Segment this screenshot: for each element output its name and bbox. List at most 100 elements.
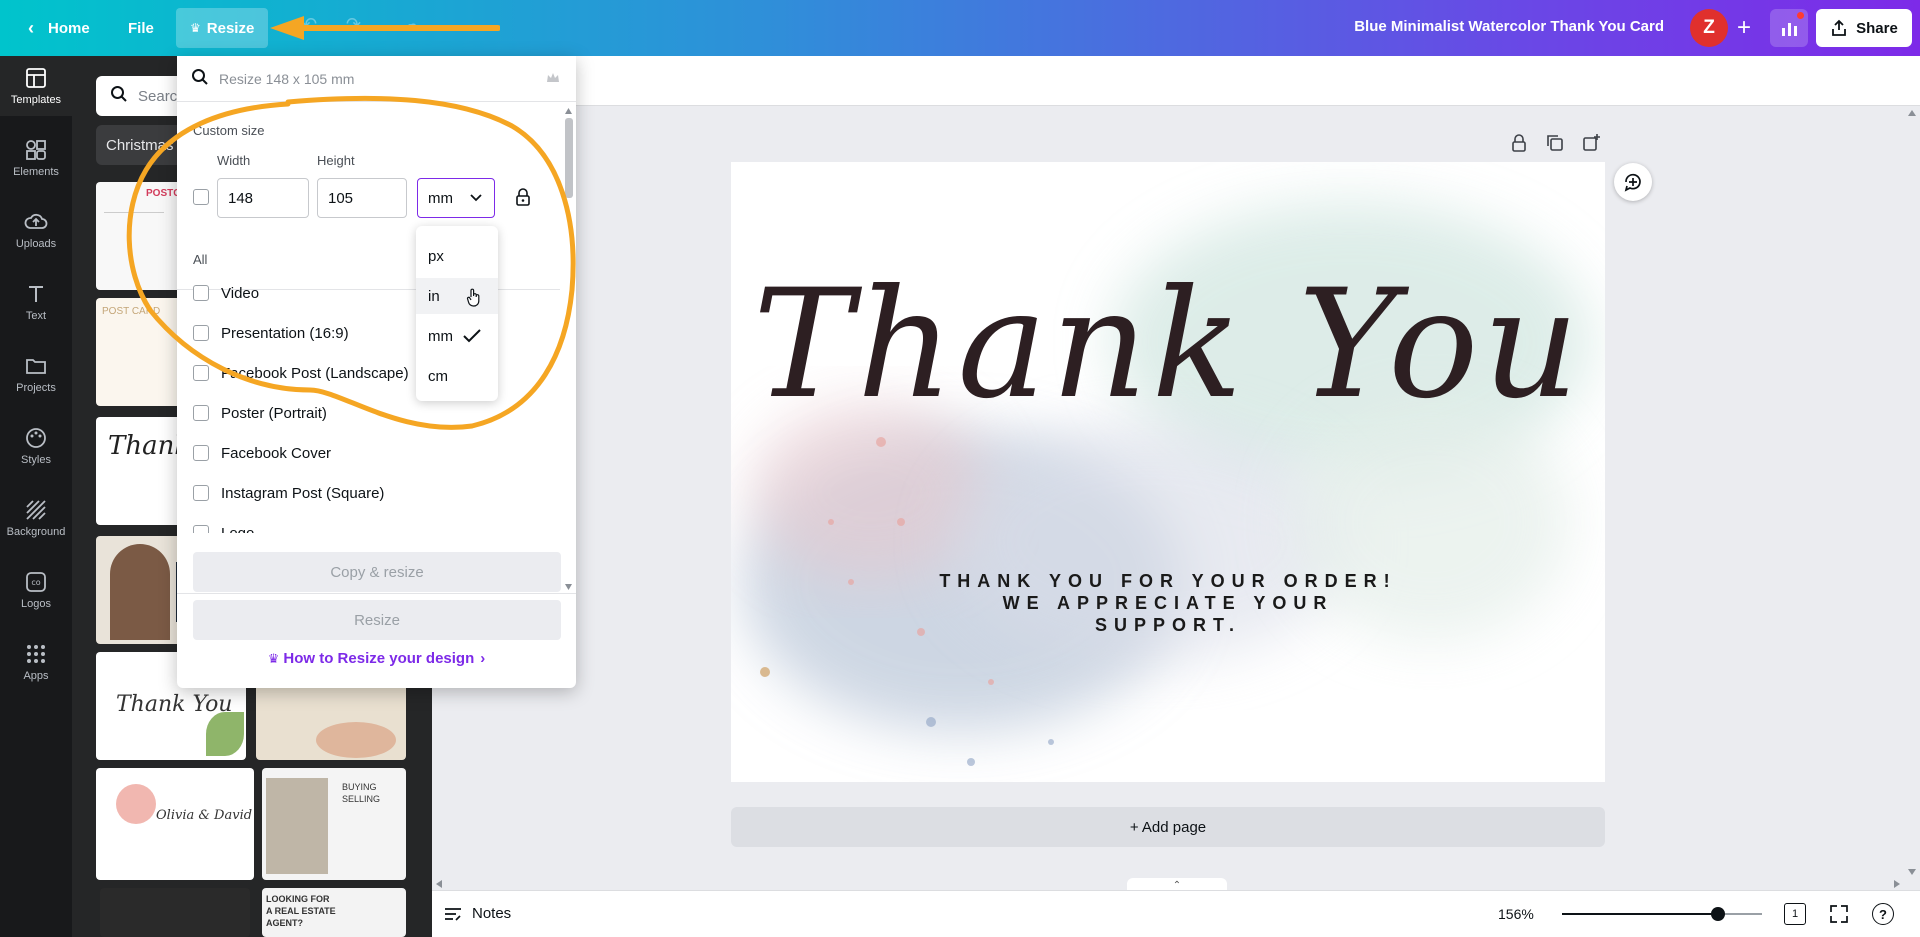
resize-search-input[interactable]: Resize 148 x 105 mm [177,56,576,102]
unit-option-cm[interactable]: cm [416,358,498,394]
rail-item-text[interactable]: Text [0,272,72,332]
option-label: Facebook Post (Landscape) [221,364,409,382]
add-collaborator-button[interactable]: + [1726,10,1762,46]
resize-option[interactable]: Facebook Cover [193,439,331,467]
zoom-slider-fill [1562,913,1718,915]
avatar[interactable]: Z [1690,9,1728,47]
custom-size-checkbox[interactable] [193,189,209,205]
option-checkbox[interactable] [193,365,209,381]
rail-item-templates[interactable]: Templates [0,56,72,116]
search-icon [110,85,128,107]
insights-button[interactable] [1770,9,1808,47]
rail-item-elements[interactable]: Elements [0,128,72,188]
subtitle-line: SUPPORT. [1094,615,1242,635]
home-label: Home [48,19,90,37]
rail-label: Templates [10,94,62,106]
rail-item-background[interactable]: Background [0,488,72,548]
unit-option-mm[interactable]: mm [416,318,498,354]
rail-item-logos[interactable]: co Logos [0,560,72,620]
thank-you-script-text[interactable]: Thank You [731,258,1605,432]
crown-icon [547,73,559,82]
notes-icon [445,907,461,921]
add-page-button[interactable]: + Add page [731,807,1605,847]
folder-icon [26,359,46,374]
background-icon [26,500,46,520]
apps-icon [27,645,45,663]
resize-label: Resize [206,19,255,37]
option-checkbox[interactable] [193,405,209,421]
zoom-percent[interactable]: 156% [1498,906,1534,922]
share-button[interactable]: Share [1816,9,1912,47]
uploads-icon [24,213,48,229]
resize-option[interactable]: Presentation (16:9) [193,319,349,347]
rail-label: Elements [13,166,59,178]
rail-label: Projects [16,382,56,394]
option-checkbox[interactable] [193,285,209,301]
home-button[interactable]: ‹ Home [14,8,104,48]
template-thumbnail[interactable]: BUYING SELLING [262,768,406,880]
notes-button[interactable]: Notes [444,905,511,922]
unit-select[interactable]: mm [417,178,495,218]
rail-item-uploads[interactable]: Uploads [0,200,72,260]
template-thumbnail[interactable] [100,888,250,937]
copy-resize-button[interactable]: Copy & resize [193,552,561,592]
help-button[interactable]: ? [1872,903,1894,925]
zoom-slider[interactable] [1562,907,1762,921]
fullscreen-icon[interactable] [1828,903,1850,925]
design-page[interactable]: Thank You THANK YOU FOR YOUR ORDER! WE A… [731,162,1605,782]
share-label: Share [1856,19,1898,37]
rail-item-styles[interactable]: Styles [0,416,72,476]
unit-option-label: cm [428,367,448,385]
check-icon [463,329,481,343]
lock-ratio-icon[interactable] [514,187,532,207]
how-to-resize-link[interactable]: ♛ How to Resize your design › [177,650,576,667]
rail-label: Logos [21,598,51,610]
magic-refresh-button[interactable] [1614,163,1652,201]
width-field[interactable]: 148 [217,178,309,218]
unit-option-px[interactable]: px [416,238,498,274]
chip-label: Christmas [106,136,174,154]
rail-label: Background [6,526,66,538]
zoom-slider-thumb[interactable] [1711,907,1725,921]
template-thumbnail[interactable]: Olivia & David [96,768,254,880]
bottom-bar: Notes 156% 1 ? [432,890,1920,937]
resize-popover: Resize 148 x 105 mm Custom size Width He… [177,56,576,688]
notification-dot [1797,12,1804,19]
refresh-comment-icon [1624,173,1641,192]
resize-button[interactable]: ♛ Resize [176,8,269,48]
chevron-right-icon: › [480,650,486,667]
palette-icon [26,428,46,448]
search-icon [191,68,209,89]
popover-scrollbar[interactable] [561,104,576,594]
vertical-scrollbar[interactable] [1904,106,1920,879]
rail-item-projects[interactable]: Projects [0,344,72,404]
resize-option[interactable]: Poster (Portrait) [193,399,327,427]
share-icon [1832,19,1847,36]
width-label: Width [217,153,251,168]
unit-option-in[interactable]: in [416,278,498,314]
page-tools [1508,132,1602,154]
file-menu-button[interactable]: File [114,8,168,48]
rail-label: Text [25,310,47,322]
page-count-button[interactable]: 1 [1784,903,1806,925]
resize-option[interactable]: Video [193,279,259,307]
chevron-left-icon: ‹ [28,17,34,38]
rail-item-apps[interactable]: Apps [0,632,72,692]
add-page-icon[interactable] [1580,132,1602,154]
notes-label: Notes [472,905,512,922]
text-icon [29,286,43,302]
height-field[interactable]: 105 [317,178,407,218]
option-checkbox[interactable] [193,325,209,341]
chevron-down-icon [470,194,482,202]
lock-icon[interactable] [1508,132,1530,154]
resize-option[interactable]: Facebook Post (Landscape) [193,359,409,387]
duplicate-icon[interactable] [1544,132,1566,154]
design-title[interactable]: Blue Minimalist Watercolor Thank You Car… [1354,18,1664,35]
card-subtitle[interactable]: THANK YOU FOR YOUR ORDER! WE APPRECIATE … [731,570,1605,636]
resize-option[interactable]: Instagram Post (Square) [193,479,384,507]
option-checkbox[interactable] [193,445,209,461]
resize-confirm-button[interactable]: Resize [193,600,561,640]
search-placeholder: Searc [138,87,178,105]
template-thumbnail[interactable]: LOOKING FOR A REAL ESTATE AGENT? [262,888,406,937]
option-checkbox[interactable] [193,485,209,501]
